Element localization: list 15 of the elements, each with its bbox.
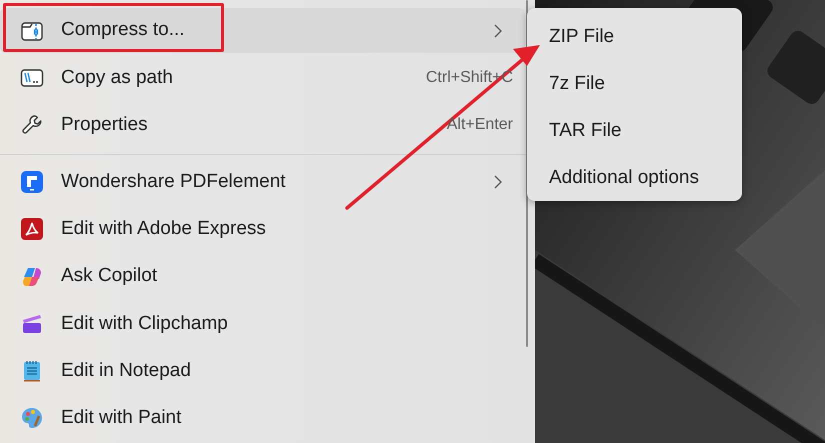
menu-item[interactable]: Edit with Clipchamp (0, 301, 525, 347)
acrobat-icon (20, 217, 44, 242)
submenu-item[interactable]: ZIP File (527, 12, 620, 59)
document-app-icon (20, 170, 44, 194)
submenu-item[interactable]: 7z File (527, 59, 611, 106)
menu-item[interactable]: Edit with Adobe Express (0, 206, 525, 252)
menu-item[interactable]: Compress to... (0, 8, 525, 54)
menu-item[interactable]: Edit in Notepad (0, 348, 525, 394)
submenu-item[interactable]: TAR File (527, 106, 628, 153)
palette-icon (20, 406, 44, 430)
submenu-item[interactable]: Additional options (527, 153, 705, 200)
menu-item[interactable]: Wondershare PDFelement (0, 160, 525, 205)
menu-item[interactable]: Properties Alt+Enter (0, 102, 525, 148)
menu-item[interactable]: Ask Copilot (0, 254, 525, 300)
menu-item[interactable]: Edit with Paint (0, 396, 525, 441)
